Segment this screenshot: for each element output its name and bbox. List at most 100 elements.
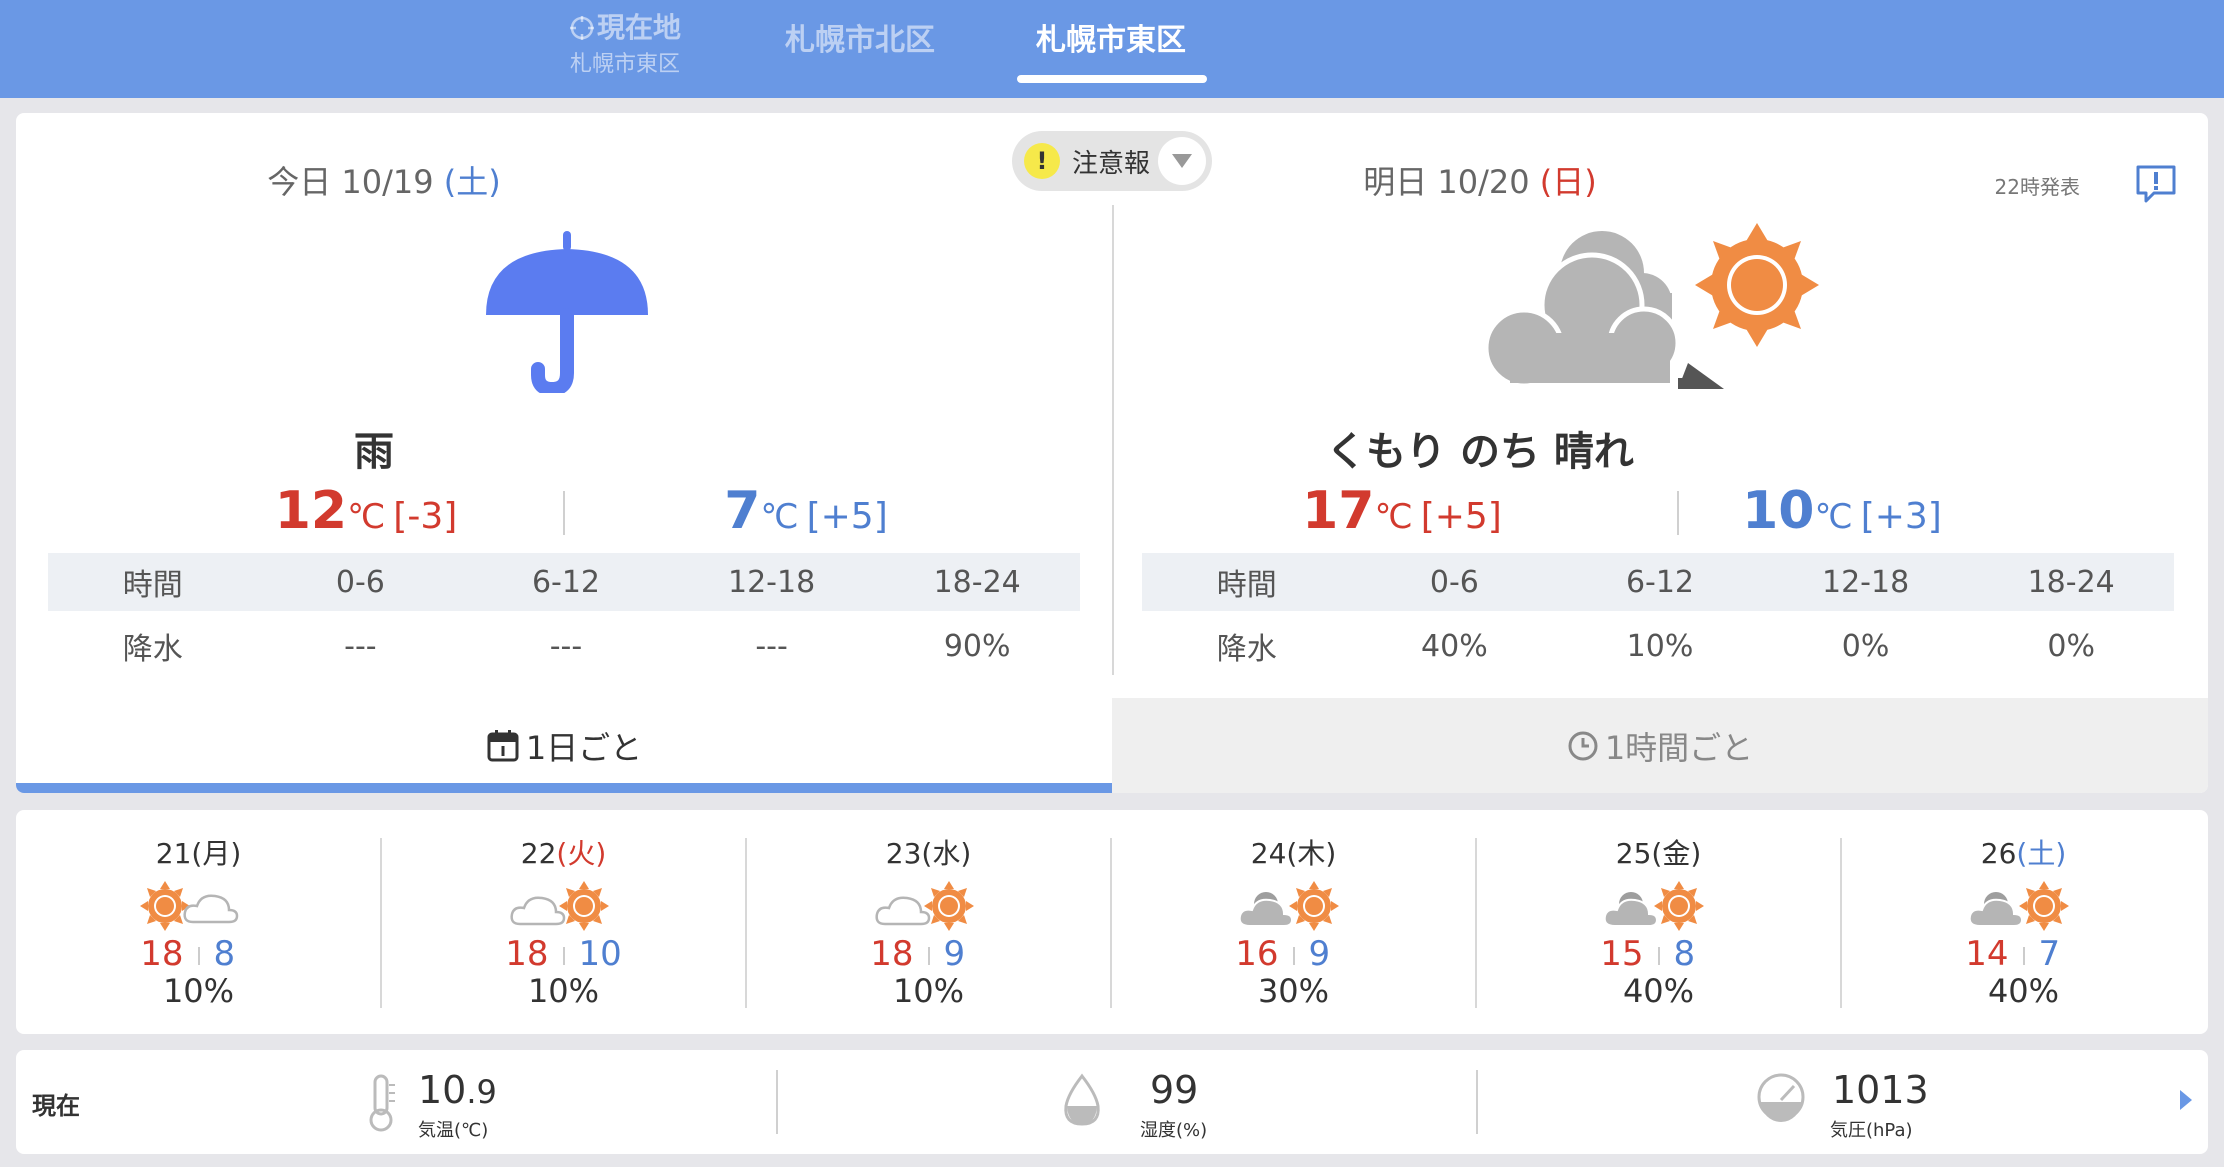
high-temp: 12℃ [-3] [216,481,516,541]
weekday: (火) [556,837,607,870]
weather-advisory-button[interactable]: ! 注意報 [1012,131,1212,191]
table-cell: 時間 [1216,568,1277,603]
weather-label: 雨 [354,429,394,475]
current-conditions[interactable]: 現在 10.9 気温(℃) 99 湿度(%) 1013 気圧(hPa) [16,1050,2208,1154]
low-temp-value: 7 [724,481,761,541]
temp-unit: ℃ [760,497,799,537]
low-temp-diff: [+5] [806,496,888,537]
humidity-caption: 湿度(%) [1140,1120,1208,1141]
precipitation-table: 時間 0-6 6-12 12-18 18-24 降水 --- --- --- 9… [48,553,1080,681]
temp-decimal: .9 [466,1073,497,1111]
tab-sapporo-higashi[interactable]: 札幌市東区 [1016,0,1206,98]
tab-sublabel: 札幌市東区 [569,52,680,77]
table-cell: 0-6 [335,564,385,600]
high-temp-value: 18 [870,934,914,974]
divider [1476,1070,1478,1134]
tab-daily[interactable]: 1日ごと [16,698,1112,793]
tab-hourly[interactable]: 1時間ごと [1112,698,2208,793]
table-cell: 降水 [122,632,183,667]
day-number: 23 [885,837,922,870]
weekly-temps: 18 10 [381,934,746,974]
tab-label: 札幌市東区 [1036,23,1186,58]
gauge-icon [1757,1073,1805,1122]
current-label: 現在 [32,1092,80,1120]
table-row: 降水 40% 10% 0% 0% [1142,611,2174,681]
high-temp-value: 14 [1965,934,2009,974]
chevron-right-icon[interactable] [2180,1090,2192,1110]
table-cell: 40% [1421,628,1488,664]
day-number: 25 [1615,837,1652,870]
tab-label: 札幌市北区 [785,23,935,58]
list-item[interactable]: 25(金) 15 8 40% [1476,810,1841,1034]
weekly-date: 21(月) [16,832,381,872]
day-number: 22 [520,837,557,870]
humidity-value: 99 [1150,1068,1199,1112]
view-mode-tabs: 1日ごと 1時間ごと [16,698,2208,793]
table-cell: 10% [1626,628,1694,664]
precip-probability: 10% [527,972,600,1010]
pressure-caption: 気圧(hPa) [1830,1120,1913,1141]
umbrella-icon [486,231,648,393]
current-pressure: 1013 気圧(hPa) [1756,1066,1996,1141]
feedback-icon[interactable] [2134,161,2178,205]
cloudy-then-sunny-icon [875,881,974,931]
weekly-temps: 16 9 [1111,934,1476,974]
high-temp-diff: [-3] [393,496,458,537]
location-tab-bar: 現在地 札幌市東区 札幌市北区 札幌市東区 [0,0,2224,98]
sunny-then-cloudy-icon [140,881,239,931]
table-header-row: 時間 0-6 6-12 12-18 18-24 [48,553,1080,611]
divider [776,1070,778,1134]
weekday: (木) [1286,837,1337,870]
tab-label: 現在地 [596,11,681,44]
weekday: (日) [1539,163,1597,201]
weekly-temps: 18 9 [746,934,1111,974]
forecast-card: 今日 10/19 (土) 雨 12℃ [-3] 7℃ [+5] 時間 0-6 6-1… [16,113,2208,793]
issue-time: 22時発表 [1994,175,2080,199]
temp-divider [1677,491,1679,535]
low-temp: 10℃ [+3] [1692,481,1992,541]
today-date: 今日 10/19 (土) [16,157,932,203]
location-crosshair-icon [569,16,594,40]
table-cell: 降水 [1216,632,1277,667]
list-item[interactable]: 24(木) 16 9 30% [1111,810,1476,1034]
table-cell: 0% [1841,628,1890,664]
low-temp-value: 7 [2038,934,2061,974]
tab-current-location[interactable]: 現在地 札幌市東区 [560,0,690,98]
weekday: (金) [1651,837,1702,870]
high-temp-value: 12 [274,481,348,541]
list-item[interactable]: 26(土) 14 7 40% [1841,810,2206,1034]
table-cell: 90% [943,628,1011,664]
weekly-date: 25(金) [1476,832,1841,872]
tab-sapporo-kita[interactable]: 札幌市北区 [770,0,950,98]
table-cell: 18-24 [933,564,1021,600]
today-temperatures: 12℃ [-3] 7℃ [+5] [16,481,1112,545]
weekly-date: 26(土) [1841,832,2206,872]
table-cell: 0% [2047,628,2095,664]
weekly-date: 22(火) [381,832,746,872]
list-item[interactable]: 23(水) 18 9 10% [746,810,1111,1034]
selected-tab-indicator [1017,75,1207,83]
clock-icon [1568,731,1598,760]
list-item[interactable]: 22(火) 18 10 10% [381,810,746,1034]
precip-probability: 30% [1257,972,1330,1010]
weekly-temps: 18 8 [16,934,381,974]
current-temperature: 10.9 気温(℃) [366,1066,586,1141]
table-row: 降水 --- --- --- 90% [48,611,1080,681]
water-drop-icon [1064,1073,1100,1126]
table-cell: --- [755,628,788,664]
weekly-temps: 15 8 [1476,934,1841,974]
cloudy-then-sunny-icon [510,881,609,931]
selected-mode-indicator [16,783,1112,793]
table-cell: 18-24 [2027,564,2115,600]
low-temp-value: 9 [943,934,966,974]
high-temp-value: 18 [505,934,549,974]
high-temp-value: 15 [1600,934,1644,974]
low-temp-diff: [+3] [1860,496,1942,537]
temp-integer: 10 [418,1068,467,1112]
date-text: 明日 10/20 [1363,163,1540,201]
advisory-label: 注意報 [1072,148,1151,179]
day-number: 21 [155,837,192,870]
date-text: 今日 10/19 [267,163,444,201]
weekday: (月) [191,837,242,870]
list-item[interactable]: 21(月) 18 8 10% [16,810,381,1034]
